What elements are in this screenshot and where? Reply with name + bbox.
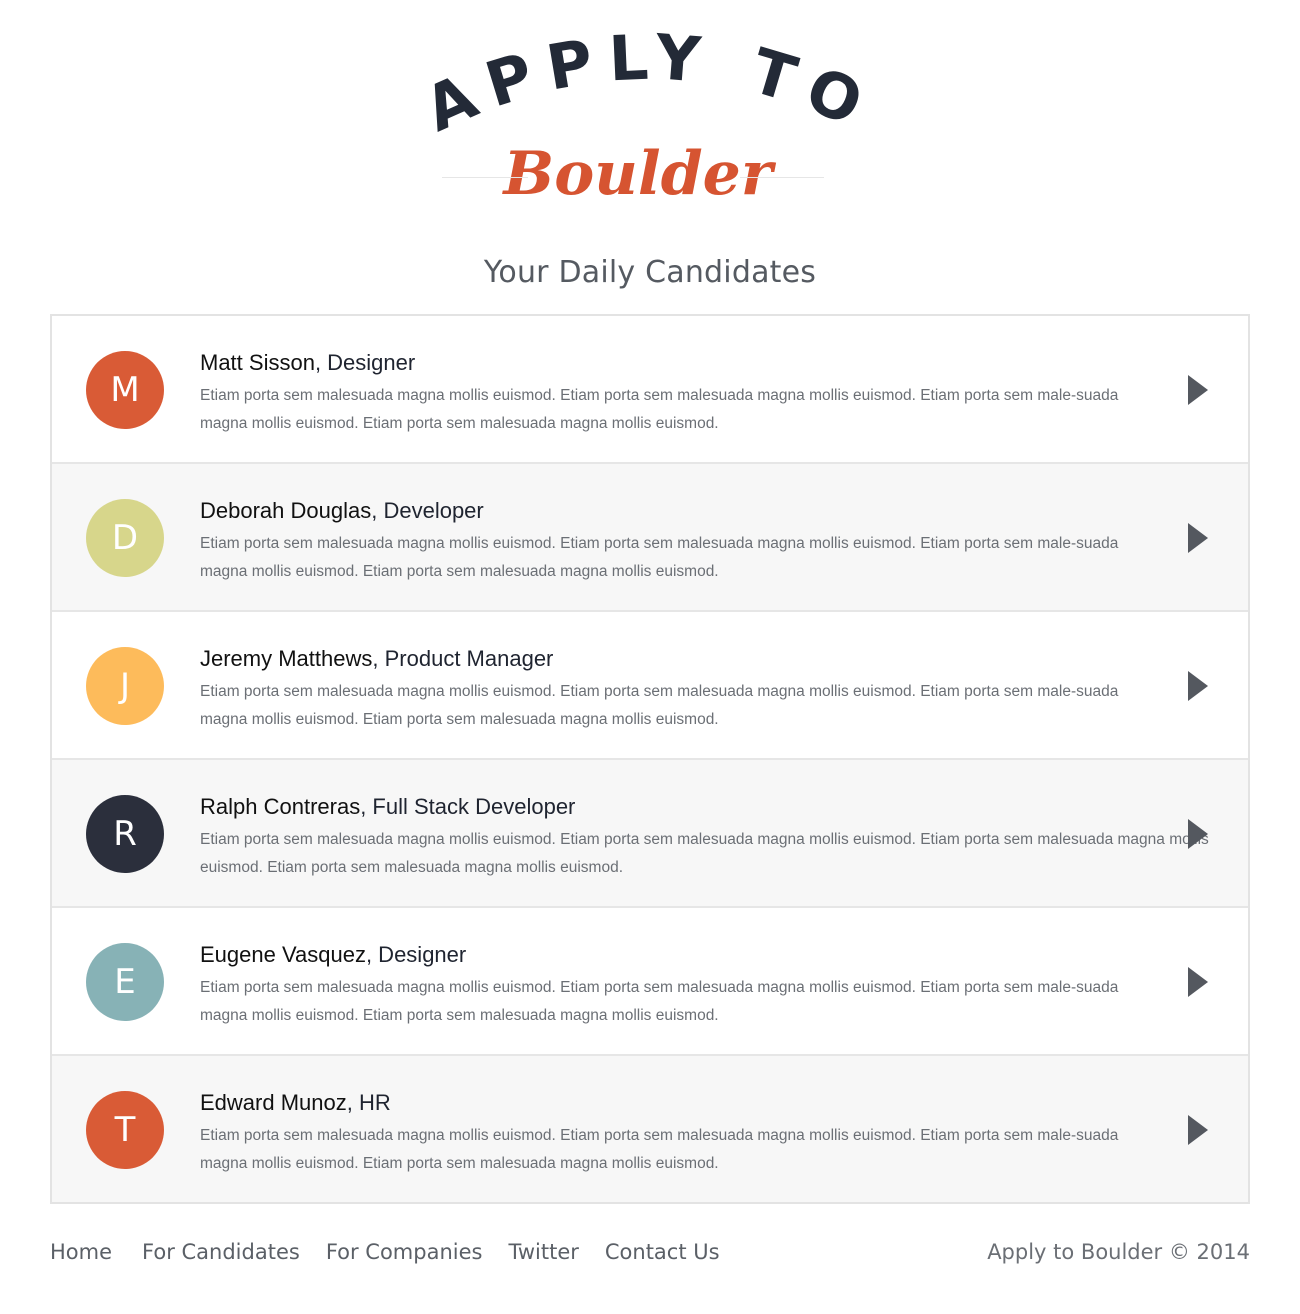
logo-graphic: APPLY TO Boulder [414,30,886,209]
candidate-title: Matt Sisson, Designer [200,350,415,376]
candidate-role: , Full Stack Developer [360,794,576,819]
candidate-row[interactable]: R Ralph Contreras, Full Stack Developer … [52,760,1248,908]
candidate-row[interactable]: M Matt Sisson, Designer Etiam porta sem … [52,316,1248,464]
candidate-description: Etiam porta sem malesuada magna mollis e… [200,387,1119,432]
candidate-name[interactable]: Ralph Contreras [200,794,360,819]
chevron-right-icon[interactable] [1188,967,1208,997]
avatar: T [86,1091,164,1169]
logo-divider-left [442,177,528,178]
candidate-list: M Matt Sisson, Designer Etiam porta sem … [50,314,1250,1204]
candidate-title: Ralph Contreras, Full Stack Developer [200,794,575,820]
candidate-row[interactable]: E Eugene Vasquez, Designer Etiam porta s… [52,908,1248,1056]
chevron-right-icon[interactable] [1188,375,1208,405]
candidate-role: , Product Manager [372,646,554,671]
candidate-description: Etiam porta sem malesuada magna mollis e… [200,683,1119,728]
chevron-right-icon[interactable] [1188,523,1208,553]
candidate-description: Etiam porta sem malesuada magna mollis e… [200,831,1209,876]
candidate-name[interactable]: Eugene Vasquez [200,942,366,967]
candidate-title: Jeremy Matthews, Product Manager [200,646,553,672]
chevron-right-icon[interactable] [1188,1115,1208,1145]
candidate-row[interactable]: T Edward Munoz, HR Etiam porta sem males… [52,1056,1248,1202]
copyright: Apply to Boulder © 2014 [987,1240,1250,1264]
footer-link-for-companies[interactable]: For Companies [326,1240,483,1264]
candidate-description: Etiam porta sem malesuada magna mollis e… [200,535,1119,580]
footer-link-home[interactable]: Home [50,1240,112,1264]
page-title: Your Daily Candidates [483,255,817,290]
chevron-right-icon[interactable] [1188,819,1208,849]
candidate-name[interactable]: Jeremy Matthews [200,646,372,671]
candidate-name[interactable]: Deborah Douglas [200,498,371,523]
chevron-right-icon[interactable] [1188,671,1208,701]
candidate-name[interactable]: Edward Munoz [200,1090,347,1115]
logo-line2: Boulder [502,139,777,209]
svg-text:APPLY TO: APPLY TO [414,30,886,146]
footer-link-for-candidates[interactable]: For Candidates [142,1240,300,1264]
footer-link-contact-us[interactable]: Contact Us [605,1240,720,1264]
avatar: M [86,351,164,429]
candidate-title: Edward Munoz, HR [200,1090,391,1116]
avatar: E [86,943,164,1021]
logo-divider-right [740,177,824,178]
candidate-row[interactable]: J Jeremy Matthews, Product Manager Etiam… [52,612,1248,760]
candidate-title: Deborah Douglas, Developer [200,498,484,524]
footer-nav: Home For Candidates For Companies Twitte… [50,1240,746,1264]
candidate-name[interactable]: Matt Sisson [200,350,315,375]
candidate-description: Etiam porta sem malesuada magna mollis e… [200,979,1119,1024]
candidate-title: Eugene Vasquez, Designer [200,942,466,968]
candidate-role: , Designer [314,350,416,375]
logo-line1: APPLY TO [414,30,872,146]
candidate-role: , Developer [371,498,484,523]
footer-link-twitter[interactable]: Twitter [508,1240,578,1264]
avatar: J [86,647,164,725]
candidate-description: Etiam porta sem malesuada magna mollis e… [200,1127,1119,1172]
candidate-role: , Designer [365,942,467,967]
apply-to-boulder-logo: APPLY TO Boulder [400,30,900,210]
avatar: R [86,795,164,873]
candidate-row[interactable]: D Deborah Douglas, Developer Etiam porta… [52,464,1248,612]
avatar: D [86,499,164,577]
candidate-role: , HR [346,1090,391,1115]
